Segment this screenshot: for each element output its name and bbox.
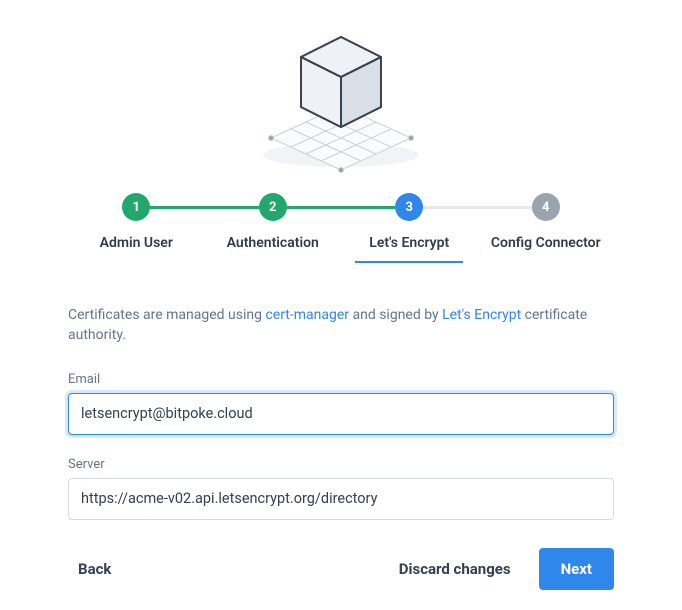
step-admin-user[interactable]: 1 Admin User (68, 193, 205, 261)
step-label: Admin User (100, 235, 173, 261)
step-authentication[interactable]: 2 Authentication (205, 193, 342, 261)
step-number: 3 (395, 193, 423, 221)
cert-manager-link[interactable]: cert-manager (265, 307, 349, 323)
stepper-connector (150, 206, 259, 209)
email-label: Email (68, 372, 614, 387)
next-button[interactable]: Next (539, 548, 614, 590)
description-text: Certificates are managed using cert-mana… (68, 305, 614, 346)
server-label: Server (68, 457, 614, 472)
email-input[interactable] (68, 393, 614, 435)
step-lets-encrypt[interactable]: 3 Let's Encrypt (341, 193, 478, 263)
back-button[interactable]: Back (68, 552, 121, 586)
actions-bar: Back Discard changes Next (68, 548, 614, 590)
step-label: Authentication (227, 235, 319, 261)
discard-button[interactable]: Discard changes (389, 552, 521, 586)
server-field-group: Server (68, 457, 614, 520)
stepper: 1 Admin User 2 Authentication 3 Let's En… (68, 193, 614, 263)
desc-part: and signed by (349, 307, 442, 323)
step-config-connector[interactable]: 4 Config Connector (478, 193, 615, 261)
desc-part: Certificates are managed using (68, 307, 265, 323)
step-label: Config Connector (491, 235, 601, 261)
step-label: Let's Encrypt (355, 235, 463, 263)
server-input[interactable] (68, 478, 614, 520)
step-number: 2 (259, 193, 287, 221)
step-number: 4 (532, 193, 560, 221)
actions-right: Discard changes Next (389, 548, 614, 590)
email-field-group: Email (68, 372, 614, 435)
lets-encrypt-link[interactable]: Let's Encrypt (442, 307, 521, 323)
cube-icon (246, 25, 436, 175)
step-number: 1 (122, 193, 150, 221)
hero-illustration (68, 25, 614, 175)
stepper-connector (423, 206, 532, 209)
stepper-connector (287, 206, 396, 209)
